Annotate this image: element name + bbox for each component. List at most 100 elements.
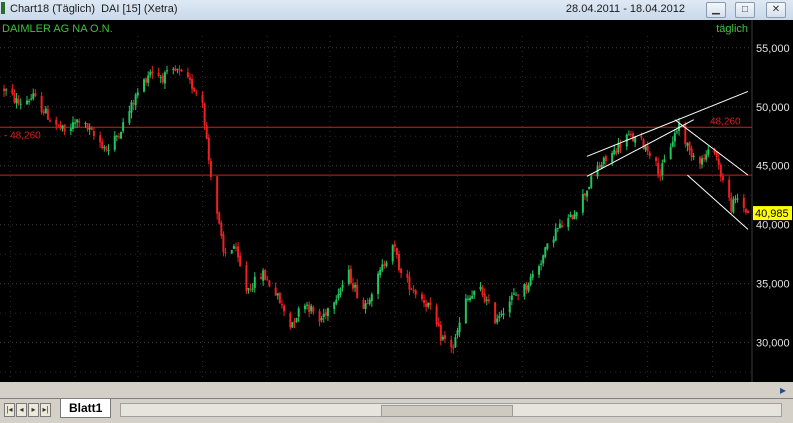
candle-body bbox=[105, 147, 108, 150]
candle-body bbox=[46, 109, 49, 120]
candle-body bbox=[324, 312, 327, 316]
close-button[interactable]: ✕ bbox=[766, 2, 786, 18]
candle-body bbox=[615, 150, 618, 154]
candle-body bbox=[473, 290, 476, 296]
candle-body bbox=[69, 128, 72, 132]
candle-body bbox=[186, 72, 189, 78]
candle-body bbox=[393, 244, 396, 247]
candle-body bbox=[640, 136, 643, 138]
minimize-button[interactable]: ▁ bbox=[706, 2, 726, 18]
interval-label: täglich bbox=[716, 23, 748, 35]
candle-body bbox=[648, 152, 651, 157]
candle-body bbox=[627, 134, 630, 136]
candle-body bbox=[441, 336, 444, 340]
candle-body bbox=[262, 270, 265, 281]
candle-body bbox=[454, 337, 457, 348]
candle-body bbox=[669, 146, 672, 160]
candle-body bbox=[115, 135, 118, 137]
candle-body bbox=[5, 89, 8, 91]
tab-blatt1[interactable]: Blatt1 bbox=[60, 399, 112, 418]
candle-body bbox=[312, 307, 315, 313]
candle-body bbox=[136, 92, 139, 96]
candle-body bbox=[450, 339, 453, 348]
candle-body bbox=[88, 128, 91, 130]
candle-body bbox=[339, 288, 342, 296]
candle-body bbox=[163, 72, 166, 84]
candle-body bbox=[364, 303, 367, 310]
candle-body bbox=[569, 214, 572, 218]
candle-body bbox=[341, 284, 344, 288]
candle-body bbox=[452, 346, 455, 349]
candle-body bbox=[3, 88, 5, 92]
candle-body bbox=[172, 68, 175, 70]
candle-body bbox=[40, 95, 43, 113]
candle-body bbox=[437, 322, 440, 327]
candle-body bbox=[42, 111, 45, 114]
candle-body bbox=[425, 303, 428, 307]
chart-area[interactable]: 30,00035,00040,00045,00050,00055,0001Jun… bbox=[0, 20, 793, 382]
candle-body bbox=[347, 269, 350, 284]
candle-body bbox=[178, 69, 181, 71]
candle-body bbox=[99, 135, 102, 143]
candle-body bbox=[686, 143, 689, 146]
candle-body bbox=[515, 294, 518, 296]
candle-body bbox=[189, 77, 191, 80]
candle-body bbox=[423, 299, 426, 304]
maximize-button[interactable]: □ bbox=[735, 2, 755, 18]
candle-body bbox=[571, 214, 574, 220]
candle-body bbox=[130, 102, 133, 113]
candle-body bbox=[567, 218, 570, 227]
candle-body bbox=[63, 124, 66, 132]
candle-body bbox=[659, 174, 662, 177]
candle-body bbox=[730, 197, 733, 212]
scrollbar-thumb[interactable] bbox=[381, 405, 513, 417]
candle-body bbox=[283, 305, 286, 312]
candle-body bbox=[337, 294, 340, 299]
horizontal-scrollbar[interactable] bbox=[120, 403, 782, 417]
prev-sheet-icon[interactable]: ◂ bbox=[16, 403, 27, 417]
candle-body bbox=[675, 131, 678, 133]
first-sheet-icon[interactable]: |◂ bbox=[4, 403, 15, 417]
candle-body bbox=[92, 130, 95, 136]
y-tick-label: 55,000 bbox=[756, 43, 790, 55]
candle-body bbox=[147, 75, 150, 83]
candle-body bbox=[293, 320, 296, 323]
candle-body bbox=[322, 314, 325, 318]
candle-body bbox=[318, 311, 321, 322]
candle-body bbox=[655, 157, 658, 161]
candle-body bbox=[508, 301, 511, 313]
candle-body bbox=[166, 70, 169, 72]
candle-body bbox=[523, 284, 526, 297]
candle-body bbox=[586, 190, 589, 197]
candle-body bbox=[556, 227, 559, 229]
candle-body bbox=[362, 299, 365, 309]
candle-body bbox=[379, 269, 382, 276]
candle-body bbox=[483, 293, 486, 303]
scroll-right-icon[interactable]: ▸ bbox=[775, 382, 791, 398]
price-chart[interactable]: 30,00035,00040,00045,00050,00055,0001Jun… bbox=[0, 20, 793, 382]
candle-body bbox=[134, 94, 137, 106]
current-price-label: 40,985 bbox=[755, 208, 789, 220]
candle-body bbox=[531, 273, 534, 278]
candle-body bbox=[297, 308, 300, 317]
candle-body bbox=[487, 299, 490, 302]
next-sheet-icon[interactable]: ▸ bbox=[28, 403, 39, 417]
candle-body bbox=[245, 265, 248, 292]
last-sheet-icon[interactable]: ▸| bbox=[40, 403, 51, 417]
candle-body bbox=[558, 223, 561, 228]
candle-body bbox=[611, 153, 614, 163]
candle-body bbox=[502, 313, 505, 316]
candle-body bbox=[728, 179, 731, 198]
candle-body bbox=[673, 133, 676, 142]
candle-body bbox=[456, 330, 459, 336]
candle-body bbox=[443, 335, 446, 339]
candle-body bbox=[657, 162, 660, 175]
candle-body bbox=[732, 199, 735, 213]
candle-body bbox=[209, 161, 212, 178]
candle-body bbox=[381, 264, 384, 271]
candle-body bbox=[268, 280, 271, 287]
candle-body bbox=[61, 125, 64, 129]
candle-body bbox=[48, 120, 51, 122]
candle-body bbox=[671, 141, 674, 147]
candle-body bbox=[71, 122, 74, 129]
